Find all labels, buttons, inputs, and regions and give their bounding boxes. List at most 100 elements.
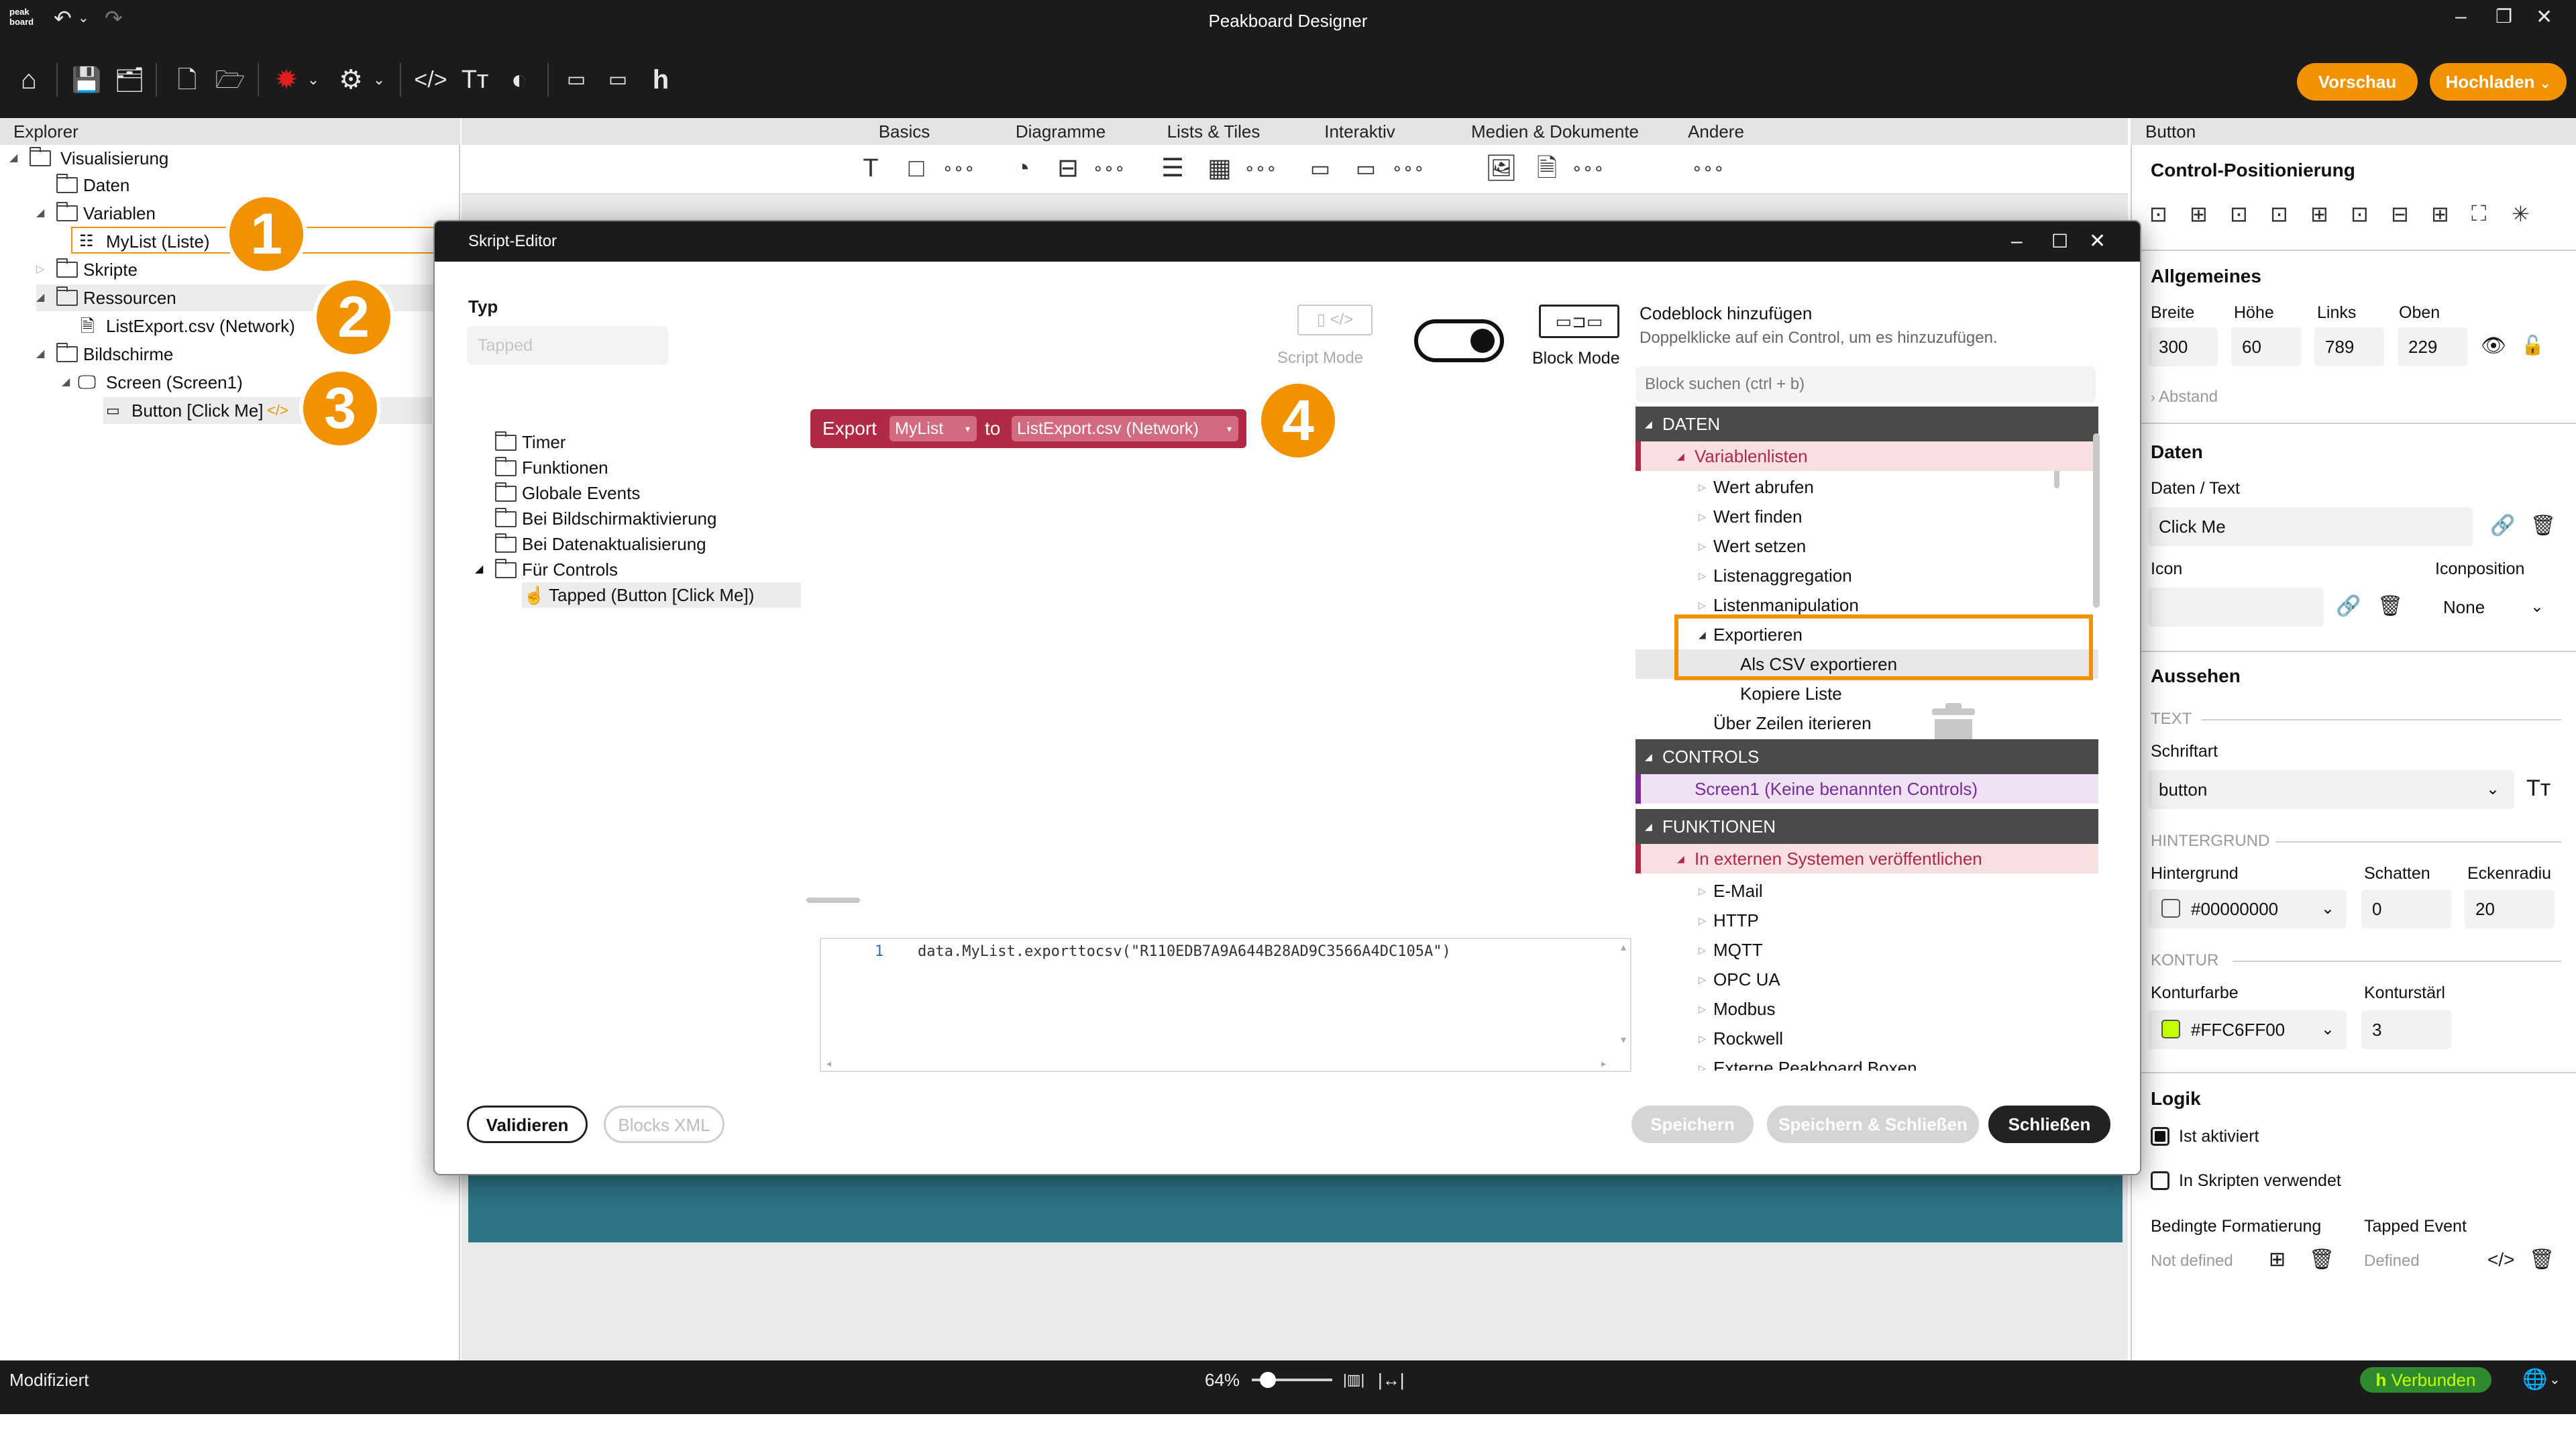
left-field[interactable]: 789 (2314, 327, 2384, 366)
block-external-boxes[interactable]: ▷ Externe Peakboard Boxen (1699, 1053, 1917, 1071)
align-top-right-icon[interactable]: ⊡ (2230, 201, 2248, 227)
horizontal-scrollbar[interactable] (806, 898, 860, 903)
screen-preview-area[interactable] (468, 1167, 2123, 1242)
align-stretch-icon[interactable]: ⊞ (2431, 201, 2449, 227)
save-as-icon[interactable]: 🗂 (111, 62, 148, 98)
tab-diagramme[interactable]: Diagramme (1004, 118, 1118, 145)
textbox-control-icon[interactable]: ▭ (1346, 152, 1386, 185)
in-scripts-checkbox[interactable] (2151, 1171, 2169, 1190)
align-bottom-icon[interactable]: ⊟ (2391, 201, 2409, 227)
top-field[interactable]: 229 (2398, 327, 2467, 366)
code-icon[interactable]: </> (2487, 1249, 2514, 1271)
spacing-toggle[interactable]: › Abstand (2151, 388, 2218, 407)
save-close-button[interactable]: Speichern & Schließen (1767, 1106, 1979, 1143)
table-control-icon[interactable]: ▦ (1199, 152, 1240, 185)
width-field[interactable]: 300 (2148, 327, 2218, 366)
settings-alert-icon[interactable]: ✹ (268, 62, 305, 98)
align-bottom-right-icon[interactable]: ⊡ (2351, 201, 2369, 227)
code-icon[interactable]: </> (412, 62, 449, 98)
collapse-arrow-icon[interactable]: ◢ (9, 145, 23, 172)
data-text-field[interactable]: Click Me (2148, 507, 2473, 546)
preview-button[interactable]: Vorschau (2297, 63, 2418, 101)
minimize-icon[interactable]: – (2011, 221, 2023, 262)
scale-icon[interactable]: ✳ (2512, 201, 2530, 227)
collapse-arrow-icon[interactable]: ◢ (62, 369, 75, 396)
icon-field[interactable] (2148, 588, 2324, 627)
pie-chart-icon[interactable]: ◔ (1002, 152, 1042, 185)
fit-width-icon[interactable]: |↔| (1378, 1360, 1405, 1399)
code-scroll-right-icon[interactable]: ▸ (1601, 1058, 1606, 1069)
height-field[interactable]: 60 (2231, 327, 2301, 366)
bar-gauge-icon[interactable]: ⊟ (1048, 152, 1088, 185)
block-copy-list[interactable]: Kopiere Liste (1740, 679, 1842, 708)
language-dropdown-icon[interactable]: ⌄ (2549, 1360, 2561, 1399)
align-top-icon[interactable]: ⊞ (2190, 201, 2208, 227)
new-file-icon[interactable]: 🗋 (169, 62, 205, 98)
more-lists-icon[interactable]: ∘∘∘ (1244, 152, 1277, 185)
more-basics-icon[interactable]: ∘∘∘ (942, 152, 975, 185)
tree-item-visualisierung[interactable]: ◢ Visualisierung (9, 145, 412, 172)
pdf-control-icon[interactable]: 🗎 (1527, 152, 1567, 185)
collapse-arrow-icon[interactable]: ◢ (475, 557, 483, 582)
close-window-icon[interactable]: ✕ (2536, 5, 2553, 29)
deploy-settings-icon[interactable]: ⚙ (333, 62, 369, 98)
block-opcua[interactable]: ▷ OPC UA (1699, 965, 1780, 994)
code-scroll-down-icon[interactable]: ▾ (1621, 1033, 1626, 1046)
expand-arrow-icon[interactable]: ▷ (36, 256, 50, 283)
subcategory-variable-lists[interactable]: ◢ Variablenlisten (1635, 441, 2098, 471)
bg-color-select[interactable]: #00000000 ⌄ (2148, 890, 2347, 928)
button-control-icon[interactable]: ▭ (1300, 152, 1340, 185)
subcategory-screen1[interactable]: Screen1 (Keine benannten Controls) (1635, 774, 2098, 804)
rectangle-control-icon[interactable]: □ (896, 152, 936, 185)
tab-andere[interactable]: Andere (1669, 118, 1763, 145)
block-get-value[interactable]: ▷ Wert abrufen (1699, 472, 1814, 502)
lock-icon[interactable]: 🔓 (2521, 334, 2544, 356)
upload-dropdown-icon[interactable]: ⌄ (2540, 76, 2551, 91)
peakboard-box-icon[interactable]: ▭ (559, 62, 593, 98)
shadow-field[interactable]: 0 (2361, 890, 2451, 928)
more-interactive-icon[interactable]: ∘∘∘ (1391, 152, 1425, 185)
upload-button[interactable]: Hochladen ⌄ (2430, 63, 2567, 101)
list-selector[interactable]: MyList ▾ (890, 416, 977, 441)
more-other-icon[interactable]: ∘∘∘ (1688, 152, 1728, 185)
code-scroll-up-icon[interactable]: ▴ (1621, 941, 1626, 954)
blocks-xml-button[interactable]: Blocks XML (604, 1106, 724, 1143)
category-controls[interactable]: ◢ CONTROLS (1635, 739, 2098, 774)
delete-icon[interactable]: 🗑 (2529, 1248, 2555, 1271)
palette-icon[interactable]: ◐ (500, 62, 538, 98)
fill-icon[interactable]: ⛶ (2471, 201, 2486, 227)
block-set-value[interactable]: ▷ Wert setzen (1699, 531, 1806, 561)
restore-icon[interactable]: ❐ (2496, 5, 2512, 28)
save-icon[interactable]: 💾 (68, 62, 105, 98)
block-mode-option[interactable]: ▭⊐▭ Block Mode (1532, 305, 1633, 372)
code-scroll-left-icon[interactable]: ◂ (826, 1058, 831, 1069)
close-dialog-icon[interactable]: ✕ (2089, 221, 2106, 262)
hub-icon[interactable]: h (644, 62, 678, 98)
settings-dropdown-icon[interactable]: ⌄ (305, 62, 322, 98)
block-iterate-rows[interactable]: Über Zeilen iterieren (1713, 708, 1872, 738)
contour-color-select[interactable]: #FFC6FF00 ⌄ (2148, 1010, 2347, 1049)
font-icon[interactable]: Tт (456, 62, 494, 98)
maximize-icon[interactable]: ☐ (2051, 221, 2068, 262)
minimize-icon[interactable]: – (2455, 5, 2467, 28)
home-icon[interactable]: ⌂ (11, 62, 47, 98)
delete-icon[interactable]: 🗑 (2377, 594, 2403, 618)
collapse-arrow-icon[interactable]: ◢ (36, 341, 50, 368)
export-block[interactable]: Export MyList ▾ to ListExport.csv (Netwo… (810, 409, 1246, 448)
tab-interaktiv[interactable]: Interaktiv (1309, 118, 1410, 145)
tree-item-variablen[interactable]: ◢ Variablen (36, 200, 412, 227)
connection-status[interactable]: h Verbunden (2360, 1367, 2491, 1393)
text-control-icon[interactable]: T (851, 152, 891, 185)
visibility-eye-icon[interactable]: 👁 (2481, 334, 2506, 358)
delete-icon[interactable]: 🗑 (2530, 514, 2556, 537)
globe-icon[interactable]: 🌐 (2522, 1360, 2547, 1399)
is-active-checkbox[interactable] (2151, 1127, 2169, 1146)
contour-width-field[interactable]: 3 (2361, 1010, 2451, 1049)
close-button[interactable]: Schließen (1988, 1106, 2110, 1143)
font-select[interactable]: button ⌄ (2148, 770, 2514, 809)
more-diagrams-icon[interactable]: ∘∘∘ (1092, 152, 1126, 185)
radius-field[interactable]: 20 (2465, 890, 2555, 928)
icon-position-select[interactable]: None ⌄ (2432, 588, 2553, 627)
align-right-icon[interactable]: ⊡ (2270, 201, 2288, 227)
category-functions[interactable]: ◢ FUNKTIONEN (1635, 809, 2098, 844)
